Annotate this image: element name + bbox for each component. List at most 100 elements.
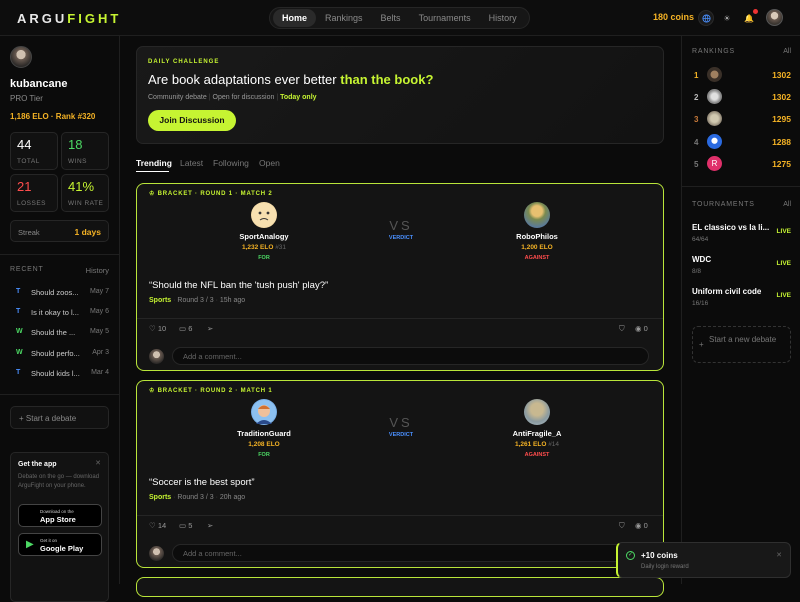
get-app-text: Debate on the go — download ArguFight on… bbox=[18, 474, 100, 489]
debate-question[interactable]: “Should the NFL ban the 'tush push' play… bbox=[149, 280, 328, 291]
join-discussion-button[interactable]: Join Discussion bbox=[148, 110, 236, 131]
recent-item[interactable]: T Is it okay to l... May 6 bbox=[10, 308, 109, 322]
heart-icon: ♡ bbox=[149, 324, 156, 333]
bracket-label: ♔ BRACKET · ROUND 1 · MATCH 2 bbox=[149, 191, 273, 197]
profile-avatar[interactable] bbox=[10, 46, 32, 68]
avatar bbox=[707, 89, 722, 104]
history-link[interactable]: History bbox=[86, 266, 109, 275]
player-for[interactable]: SportAnalogy 1,232 ELO #31 FOR bbox=[214, 202, 314, 261]
views-count: ◉ 0 bbox=[635, 521, 648, 530]
divider bbox=[0, 254, 120, 255]
coin-balance[interactable]: 180 coins bbox=[653, 12, 694, 22]
comment-bar: Add a comment... bbox=[149, 347, 649, 365]
ranking-row[interactable]: 1 1302 bbox=[692, 67, 791, 83]
like-button[interactable]: ♡ 14 bbox=[149, 521, 166, 530]
streak-box: Streak 1 days bbox=[10, 220, 109, 242]
debate-card[interactable] bbox=[136, 577, 664, 597]
tournaments-header: TOURNAMENTS All bbox=[692, 201, 791, 208]
get-app-title: Get the app bbox=[18, 461, 57, 468]
google-play-button[interactable]: ▶ Get it on Google Play bbox=[18, 533, 102, 556]
recent-item[interactable]: W Should the ... May 5 bbox=[10, 328, 109, 342]
stat-win-rate: 41% WIN RATE bbox=[61, 174, 109, 212]
comment-input[interactable]: Add a comment... bbox=[172, 347, 649, 365]
divider bbox=[137, 515, 663, 516]
ranking-row[interactable]: 2 1302 bbox=[692, 89, 791, 105]
avatar: R bbox=[707, 156, 722, 171]
daily-meta: Community debate | Open for discussion |… bbox=[148, 94, 317, 101]
debate-question[interactable]: “Soccer is the best sport” bbox=[149, 477, 255, 488]
recent-item[interactable]: W Should perfo... Apr 3 bbox=[10, 349, 109, 363]
theme-sun-icon[interactable]: ☀ bbox=[719, 10, 735, 26]
close-icon[interactable]: ✕ bbox=[776, 551, 782, 559]
nav-belts[interactable]: Belts bbox=[372, 9, 410, 27]
daily-challenge-label: DAILY CHALLENGE bbox=[148, 59, 220, 65]
rankings-all-link[interactable]: All bbox=[783, 48, 791, 55]
comment-button[interactable]: ▭ 5 bbox=[179, 521, 192, 530]
landscape-avatar bbox=[524, 202, 550, 228]
comment-button[interactable]: ▭ 6 bbox=[179, 324, 192, 333]
get-app-card: Get the app ✕ Debate on the go — downloa… bbox=[10, 452, 109, 602]
app-store-button[interactable]: Download on the App Store bbox=[18, 504, 102, 527]
avatar bbox=[707, 134, 722, 149]
comment-input[interactable]: Add a comment... bbox=[172, 544, 649, 562]
daily-challenge-card: DAILY CHALLENGE Are book adaptations eve… bbox=[136, 46, 664, 144]
tab-trending[interactable]: Trending bbox=[136, 158, 172, 168]
debate-card[interactable]: ♔ BRACKET · ROUND 2 · MATCH 1 TraditionG… bbox=[136, 380, 664, 568]
ranking-row[interactable]: 4 1288 bbox=[692, 134, 791, 150]
nav-tournaments[interactable]: Tournaments bbox=[410, 9, 480, 27]
eye-icon: ◉ bbox=[635, 521, 642, 530]
start-new-debate-button[interactable]: + Start a new debate bbox=[692, 326, 791, 363]
player-against[interactable]: AntiFragile_A 1,261 ELO #14 AGAINST bbox=[487, 399, 587, 458]
player-for[interactable]: TraditionGuard 1,208 ELO FOR bbox=[214, 399, 314, 458]
eye-icon: ◉ bbox=[635, 324, 642, 333]
trophy-icon: ♔ bbox=[149, 191, 158, 197]
profile-tier: PRO Tier bbox=[10, 94, 43, 103]
photo-avatar bbox=[524, 399, 550, 425]
avatar bbox=[707, 67, 722, 82]
plus-icon: + bbox=[699, 340, 704, 349]
tab-latest[interactable]: Latest bbox=[180, 158, 203, 168]
ranking-row[interactable]: 5 R 1275 bbox=[692, 156, 791, 172]
divider bbox=[0, 394, 120, 395]
bookmark-icon[interactable]: ⛉ bbox=[619, 324, 625, 334]
daily-question: Are book adaptations ever better than th… bbox=[148, 72, 434, 87]
main-feed: DAILY CHALLENGE Are book adaptations eve… bbox=[121, 36, 680, 597]
ranking-row[interactable]: 3 1295 bbox=[692, 111, 791, 127]
like-button[interactable]: ♡ 10 bbox=[149, 324, 166, 333]
toast-subtitle: Daily login reward bbox=[641, 564, 689, 570]
tournament-item[interactable]: EL classico vs la li... 64/64 LIVE bbox=[692, 223, 791, 249]
profile-username[interactable]: kubancane bbox=[10, 78, 67, 90]
right-sidebar: RANKINGS All 1 1302 2 1302 3 1295 4 1288 5 R 12… bbox=[681, 36, 800, 584]
top-bar: ARGUFIGHT Home Rankings Belts Tournament… bbox=[0, 0, 800, 36]
nav-rankings[interactable]: Rankings bbox=[316, 9, 372, 27]
start-debate-button[interactable]: + Start a debate bbox=[10, 406, 109, 429]
globe-icon[interactable] bbox=[698, 10, 714, 26]
tab-following[interactable]: Following bbox=[213, 158, 249, 168]
tournament-item[interactable]: Uniform civil code 16/16 LIVE bbox=[692, 287, 791, 313]
avatar bbox=[149, 349, 164, 364]
share-icon[interactable]: ➢ bbox=[207, 521, 213, 530]
close-icon[interactable]: ✕ bbox=[95, 459, 101, 467]
share-icon[interactable]: ➢ bbox=[207, 324, 213, 333]
debate-card[interactable]: ♔ BRACKET · ROUND 1 · MATCH 2 SportAnalo… bbox=[136, 183, 664, 371]
nav-home[interactable]: Home bbox=[273, 9, 317, 27]
bracket-label: ♔ BRACKET · ROUND 2 · MATCH 1 bbox=[149, 388, 273, 394]
logo[interactable]: ARGUFIGHT bbox=[17, 11, 121, 26]
tournament-item[interactable]: WDC 8/8 LIVE bbox=[692, 255, 791, 281]
toast-title: +10 coins bbox=[641, 551, 678, 560]
user-avatar[interactable] bbox=[766, 9, 783, 26]
tab-open[interactable]: Open bbox=[259, 158, 280, 168]
recent-item[interactable]: T Should kids l... Mar 4 bbox=[10, 369, 109, 383]
bookmark-icon[interactable]: ⛉ bbox=[619, 521, 625, 531]
toast-notification: ✓ +10 coins Daily login reward ✕ bbox=[616, 542, 791, 578]
player-against[interactable]: RoboPhilos 1,200 ELO AGAINST bbox=[487, 202, 587, 261]
stat-losses: 21 LOSSES bbox=[10, 174, 58, 212]
heart-icon: ♡ bbox=[149, 521, 156, 530]
bell-icon[interactable]: 🔔 bbox=[741, 9, 758, 26]
tournaments-all-link[interactable]: All bbox=[783, 201, 791, 208]
trophy-icon: ♔ bbox=[149, 388, 158, 394]
recent-item[interactable]: T Should zoos... May 7 bbox=[10, 288, 109, 302]
person-avatar bbox=[251, 399, 277, 425]
nav-history[interactable]: History bbox=[480, 9, 526, 27]
check-icon: ✓ bbox=[626, 551, 635, 560]
